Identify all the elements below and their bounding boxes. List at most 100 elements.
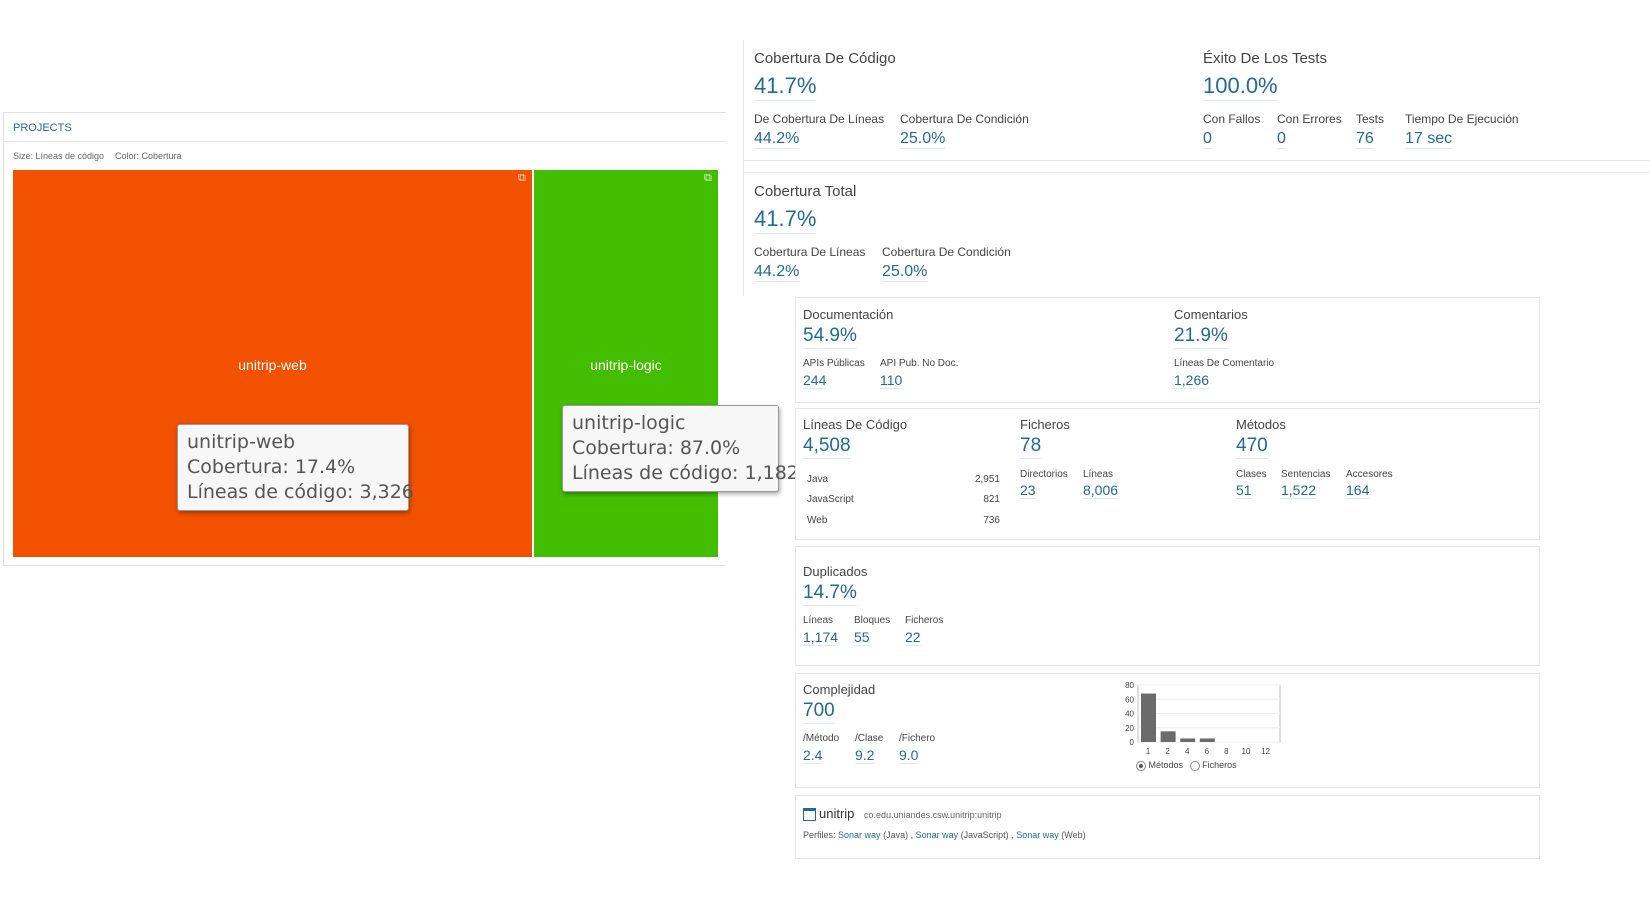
- statements-label: Sentencias: [1281, 469, 1331, 480]
- treemap-header: PROJECTS: [13, 122, 72, 134]
- tests-success-value[interactable]: 100.0%: [1203, 73, 1278, 101]
- complexity-per-file-label: /Fichero: [899, 733, 936, 744]
- total-coverage-title: Cobertura Total: [754, 183, 857, 200]
- cell-label: unitrip-logic: [590, 357, 662, 373]
- duplications-title: Duplicados: [803, 564, 868, 579]
- documentation-value[interactable]: 54.9%: [803, 325, 857, 349]
- line-coverage-label: De Cobertura De Líneas: [754, 112, 885, 126]
- divider: [743, 40, 744, 296]
- comment-lines-label: Líneas De Comentario: [1174, 358, 1275, 369]
- undocumented-api-label: API Pub. No Doc.: [880, 358, 959, 369]
- lines-label: Líneas: [1083, 469, 1114, 480]
- failures-label: Con Fallos: [1203, 112, 1261, 126]
- profile-link-web[interactable]: Sonar way: [1016, 830, 1059, 840]
- divider: [4, 141, 726, 142]
- public-api-label: APIs Públicas: [803, 358, 865, 369]
- total-condition-coverage-value[interactable]: 25.0%: [882, 263, 928, 282]
- tooltip-unitrip-logic: unitrip-logic Cobertura: 87.0% Líneas de…: [562, 405, 799, 492]
- accessors-value[interactable]: 164: [1346, 482, 1370, 499]
- language-loc: 736: [983, 515, 1000, 526]
- tooltip-unitrip-web: unitrip-web Cobertura: 17.4% Líneas de c…: [177, 424, 414, 511]
- chart-mode-selector: Métodos Ficheros: [1136, 760, 1237, 771]
- complexity-per-method-value[interactable]: 2.4: [803, 747, 823, 764]
- total-coverage-value[interactable]: 41.7%: [754, 206, 817, 234]
- duplicated-blocks-label: Bloques: [854, 615, 891, 626]
- project-heading: unitrip co.edu.uniandes.csw.unitrip:unit…: [803, 806, 1002, 822]
- errors-value[interactable]: 0: [1277, 130, 1286, 149]
- tooltip-lines: Líneas de código: 1,182: [572, 462, 799, 484]
- tooltip-coverage: Cobertura: 87.0%: [572, 437, 741, 459]
- expand-icon[interactable]: ⧉: [518, 172, 526, 185]
- color-metric-label[interactable]: Color: Cobertura: [115, 151, 182, 161]
- condition-coverage-label: Cobertura De Condición: [900, 112, 1029, 126]
- comments-title: Comentarios: [1174, 307, 1248, 322]
- duplicated-lines-label: Líneas: [803, 615, 834, 626]
- divider: [743, 172, 1650, 173]
- duplicated-lines-value[interactable]: 1,174: [803, 629, 839, 646]
- profiles-label: Perfiles:: [803, 830, 836, 840]
- comments-value[interactable]: 21.9%: [1174, 325, 1228, 349]
- documentation-title: Documentación: [803, 307, 894, 322]
- language-name: Java: [807, 474, 829, 485]
- radio-methods[interactable]: [1136, 760, 1146, 771]
- profile-link-javascript[interactable]: Sonar way: [916, 830, 959, 840]
- project-name: unitrip: [819, 806, 855, 821]
- language-loc: 2,951: [974, 474, 1000, 485]
- coverage-value[interactable]: 41.7%: [754, 73, 817, 101]
- condition-coverage-value[interactable]: 25.0%: [900, 130, 946, 149]
- statements-value[interactable]: 1,522: [1281, 482, 1317, 499]
- duplications-panel: [795, 546, 1540, 666]
- lines-value[interactable]: 8,006: [1083, 482, 1119, 499]
- complexity-title: Complejidad: [803, 682, 876, 697]
- x-tick-label: 10: [1242, 747, 1251, 756]
- comment-lines-value[interactable]: 1,266: [1174, 372, 1210, 389]
- tooltip-lines: Líneas de código: 3,326: [187, 481, 414, 503]
- quality-profiles: Perfiles: Sonar way (Java) , Sonar way (…: [803, 830, 1086, 840]
- total-condition-coverage-label: Cobertura De Condición: [882, 245, 1011, 259]
- y-tick-label: 80: [1125, 681, 1134, 690]
- profile-link-java[interactable]: Sonar way: [838, 830, 881, 840]
- tests-value[interactable]: 76: [1356, 130, 1374, 149]
- classes-value[interactable]: 51: [1236, 482, 1252, 499]
- public-api-value[interactable]: 244: [803, 372, 827, 389]
- cell-label: unitrip-web: [238, 357, 307, 373]
- complexity-per-method-label: /Método: [803, 733, 840, 744]
- complexity-per-file-value[interactable]: 9.0: [899, 747, 919, 764]
- tooltip-title: unitrip-logic: [572, 412, 686, 434]
- files-value[interactable]: 78: [1020, 435, 1042, 459]
- expand-icon[interactable]: ⧉: [704, 172, 712, 185]
- duplications-value[interactable]: 14.7%: [803, 582, 857, 606]
- complexity-per-class-label: /Clase: [855, 733, 884, 744]
- duplicated-files-value[interactable]: 22: [905, 629, 921, 646]
- tests-title: Éxito De Los Tests: [1203, 50, 1327, 67]
- x-tick-label: 2: [1165, 747, 1170, 756]
- line-coverage-value[interactable]: 44.2%: [754, 130, 800, 149]
- directories-label: Directorios: [1020, 469, 1068, 480]
- radio-files[interactable]: [1189, 760, 1200, 771]
- x-tick-label: 12: [1261, 747, 1270, 756]
- y-tick-label: 20: [1125, 724, 1134, 733]
- complexity-distribution-chart: 8060402001 2 4 6 8 10 12: [1125, 681, 1281, 756]
- methods-value[interactable]: 470: [1236, 435, 1268, 459]
- execution-time-value[interactable]: 17 sec: [1405, 130, 1453, 149]
- treemap-cell-unitrip-logic[interactable]: unitrip-logic ⧉: [534, 170, 718, 557]
- undocumented-api-value[interactable]: 110: [880, 372, 903, 389]
- complexity-per-class-value[interactable]: 9.2: [855, 747, 875, 764]
- loc-value[interactable]: 4,508: [803, 435, 851, 459]
- complexity-value[interactable]: 700: [803, 700, 835, 724]
- duplicated-files-label: Ficheros: [905, 615, 944, 626]
- language-loc: 821: [983, 494, 1000, 505]
- loc-title: Líneas De Código: [803, 417, 908, 432]
- x-tick-label: 8: [1224, 747, 1229, 756]
- x-tick-label: 6: [1205, 747, 1210, 756]
- x-tick-label: 4: [1185, 747, 1190, 756]
- duplicated-blocks-value[interactable]: 55: [854, 629, 870, 646]
- methods-title: Métodos: [1236, 417, 1286, 432]
- project-icon: [803, 808, 816, 822]
- language-name: Web: [807, 515, 828, 526]
- directories-value[interactable]: 23: [1020, 482, 1036, 499]
- total-line-coverage-value[interactable]: 44.2%: [754, 263, 800, 282]
- failures-value[interactable]: 0: [1203, 130, 1212, 149]
- histogram-bar: [1160, 731, 1176, 742]
- size-metric-label[interactable]: Size: Líneas de código: [13, 151, 104, 161]
